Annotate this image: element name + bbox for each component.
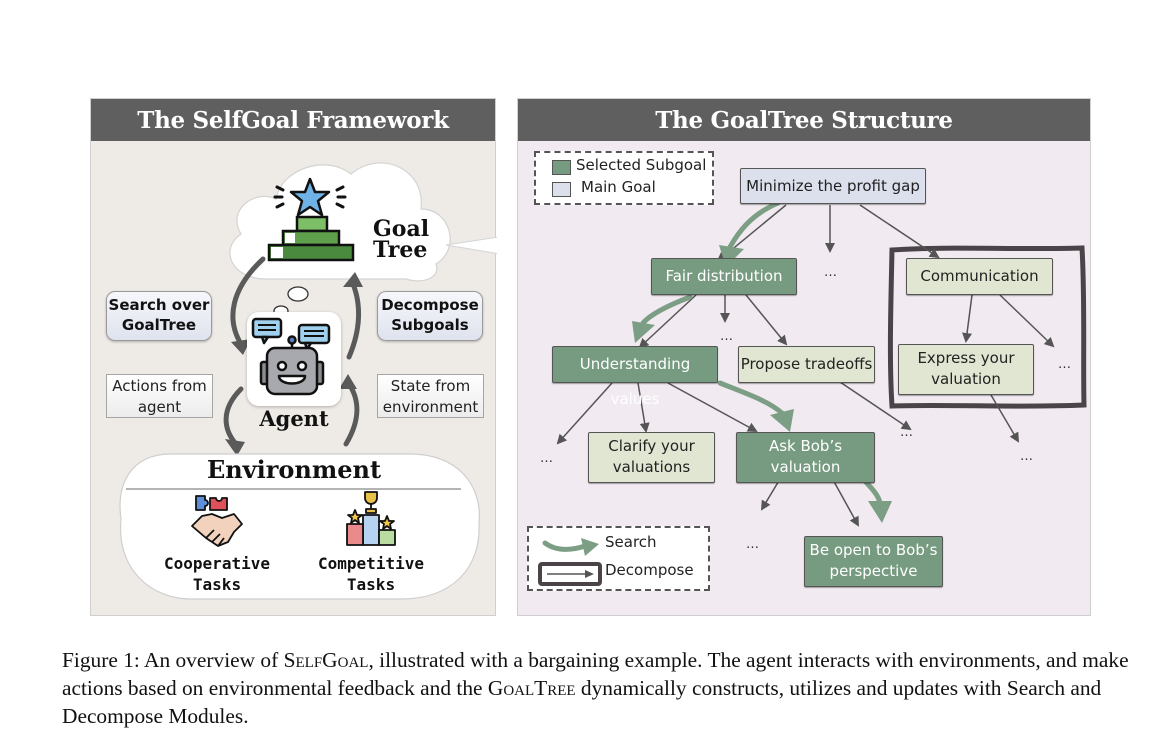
tree-node-clarify-valuations: Clarify your valuations [588, 432, 715, 483]
ellipsis: … [746, 537, 759, 552]
robot-icon [251, 317, 331, 396]
legend-label: Main Goal [581, 178, 656, 196]
state-from-environment-label: State from environment [377, 374, 484, 418]
legend-label: Search [605, 533, 657, 551]
node-line: Be open to Bob’s [809, 541, 938, 559]
node-legend: Selected Subgoal Main Goal [534, 151, 714, 205]
decompose-subgoals-module: Decompose Subgoals [377, 291, 483, 341]
label-line: environment [382, 398, 479, 416]
label-line: Tasks [192, 575, 242, 594]
node-line: valuation [931, 370, 1001, 388]
figure-caption: Figure 1: An overview of SelfGoal, illus… [62, 646, 1132, 730]
node-line: Clarify your [608, 437, 695, 455]
node-line: valuation [770, 458, 841, 476]
legend-label: Selected Subgoal [576, 156, 707, 174]
main-goal-swatch [552, 182, 571, 197]
callout-connector [445, 236, 497, 255]
search-arrow [727, 200, 781, 250]
label-line: Competitive [318, 554, 424, 573]
ellipsis: … [900, 425, 913, 440]
goaltree-structure-panel: The GoalTree Structure Selected Subgoal … [517, 98, 1091, 616]
tree-node-communication: Communication [906, 258, 1053, 295]
node-line: Ask Bob’s [768, 437, 843, 455]
caption-goaltree: GoalTree [487, 676, 576, 700]
edge-legend: Search Decompose [527, 526, 710, 591]
environment-title: Environment [206, 455, 382, 484]
arrow-decompose-up [346, 281, 362, 360]
search-arrow-icon [542, 540, 588, 552]
search-over-goaltree-module: Search over GoalTree [106, 291, 212, 341]
agent-card [247, 312, 341, 406]
ellipsis: … [824, 265, 837, 280]
selfgoal-framework-panel: The SelfGoal Framework Goal Tree Search … [90, 98, 497, 616]
label-line: agent [137, 398, 182, 416]
module-label: Search over [108, 296, 210, 314]
tree-edge [990, 394, 1020, 443]
podium-icon [346, 491, 396, 546]
tree-edge [745, 294, 788, 346]
legend-label: Decompose [605, 561, 694, 579]
module-label: Decompose [381, 296, 479, 314]
tree-node-fair-distribution: Fair distribution [651, 258, 797, 295]
competitive-tasks-label: Competitive Tasks [301, 553, 441, 595]
thought-bubble [287, 286, 309, 302]
ellipsis: … [720, 329, 733, 344]
cooperative-tasks-label: Cooperative Tasks [147, 553, 287, 595]
tree-node-ask-bobs-valuation: Ask Bob’s valuation [736, 432, 875, 483]
arrow-state-up [343, 381, 360, 447]
node-line: Express your [917, 349, 1015, 367]
handshake-icon [191, 495, 243, 547]
agent-label: Agent [259, 406, 329, 431]
ellipsis: … [540, 451, 553, 466]
selected-subgoal-swatch [552, 160, 571, 175]
ellipsis: … [1058, 357, 1071, 372]
arrow-action-down [223, 386, 244, 447]
node-line: perspective [829, 562, 918, 580]
module-label: Subgoals [391, 316, 469, 334]
legend-glyphs [538, 538, 602, 586]
module-label: GoalTree [121, 316, 197, 334]
label-line: State from [390, 377, 471, 395]
label-line: Tasks [346, 575, 396, 594]
tree-node-understanding-values: Understanding values [552, 346, 718, 408]
tree-node-be-open-to-bobs-perspective: Be open to Bob’s perspective [804, 536, 943, 587]
search-arrow [640, 294, 693, 326]
label-line: Cooperative [164, 554, 270, 573]
tree-node-main-goal: Minimize the profit gap [740, 168, 926, 204]
tree-node-express-valuation: Express your valuation [898, 344, 1034, 395]
caption-selfgoal: SelfGoal [283, 648, 369, 672]
search-arrow [717, 380, 785, 416]
star-icon [289, 177, 331, 217]
tree-node-propose-tradeoffs: Propose tradeoffs [738, 346, 875, 383]
label-line: Actions from [112, 377, 207, 395]
caption-text: Figure 1: An overview of [62, 648, 284, 672]
ellipsis: … [1020, 449, 1033, 464]
actions-from-agent-label: Actions from agent [106, 374, 213, 418]
goal-tree-label: Tree [373, 237, 428, 263]
tree-edge [962, 294, 973, 343]
node-line: valuations [612, 458, 691, 476]
tree-edge [999, 294, 1055, 348]
goal-tree-icon [267, 177, 355, 262]
